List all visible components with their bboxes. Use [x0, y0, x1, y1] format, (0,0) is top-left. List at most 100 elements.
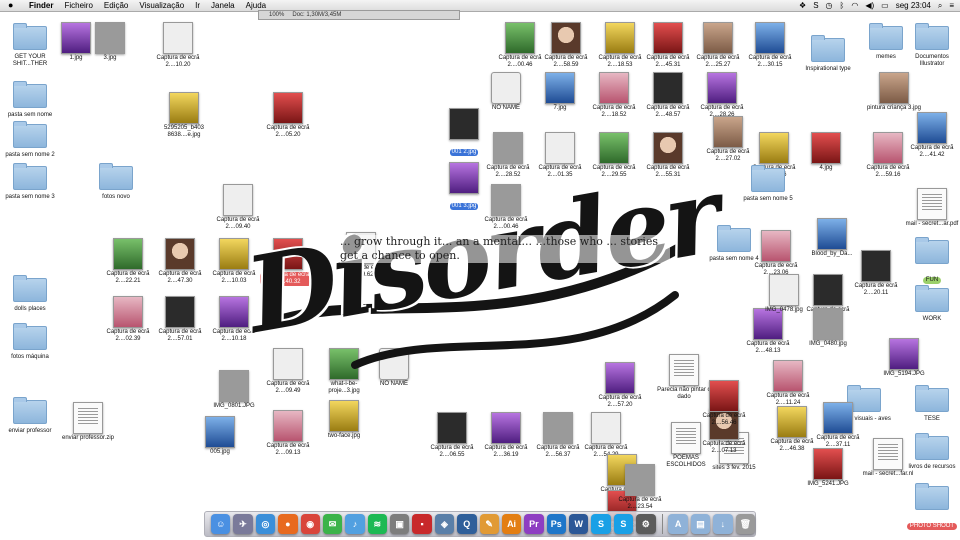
desktop-file[interactable]: Captura de ecrã 2....10.20	[150, 22, 206, 69]
desktop-file[interactable]: Captura de ecrã 2....05.20	[260, 92, 316, 139]
desktop-folder[interactable]: Documentos Illustrator	[904, 22, 960, 68]
apple-menu-icon[interactable]: ●	[8, 0, 18, 11]
desktop-file[interactable]: enviar professor.zip	[60, 402, 116, 442]
dock-documents-icon[interactable]: ▤	[690, 514, 711, 534]
desktop-file[interactable]: Captura de ecrã 2....10.03	[206, 238, 262, 285]
desktop-folder[interactable]: enviar professor	[2, 396, 58, 435]
desktop-file[interactable]: Captura de ecrã 2....36.19	[478, 412, 534, 459]
search-icon[interactable]: ⌕	[938, 0, 942, 11]
dock-preview-icon[interactable]: ◈	[434, 514, 455, 534]
desktop-file[interactable]: Captura de ecrã 2....46.38	[764, 406, 820, 453]
desktop-file[interactable]: Captura de ecrã 2....06.55	[424, 412, 480, 459]
dock-photoshop-icon[interactable]: Ps	[546, 514, 566, 534]
dropbox-icon[interactable]: ❖	[799, 0, 806, 11]
desktop-folder[interactable]: fotos novo	[88, 162, 144, 201]
dock-skype2-icon[interactable]: S	[613, 514, 634, 534]
desktop-file[interactable]: IMG_0480.jpg	[800, 308, 856, 348]
desktop-file[interactable]: pintura criança 3.jpg	[866, 72, 922, 112]
desktop-folder[interactable]: pasta sem nome 2	[2, 120, 58, 159]
desktop-file[interactable]: Captura de ecrã 2....02.39	[100, 296, 156, 343]
desktop-file[interactable]: Captura de ecrã 2....57.01	[152, 296, 208, 343]
desktop-file[interactable]: Captura de ecrã 2....23.06	[748, 230, 804, 277]
desktop-file[interactable]: Captura de ecrã 2....54.29	[578, 412, 634, 459]
desktop-file[interactable]: Captura de ecrã 2....18.52	[586, 72, 642, 119]
notification-center-icon[interactable]: ≡	[949, 0, 954, 11]
dock-messages-icon[interactable]: ✉	[322, 514, 343, 534]
desktop-file[interactable]: Captura de ecrã 2....47.30	[152, 238, 208, 285]
menu-ficheiro[interactable]: Ficheiro	[64, 0, 92, 11]
desktop-folder[interactable]: pasta sem nome 5	[740, 164, 796, 203]
dock-applications-icon[interactable]: A	[668, 514, 688, 534]
desktop-folder[interactable]: Inspirational type	[800, 34, 856, 73]
desktop-file[interactable]: Captura de ecrã 2....01.35	[532, 132, 588, 179]
menu-edicao[interactable]: Edição	[104, 0, 128, 11]
desktop-file[interactable]: Captura de ecrã 2....09.40	[210, 184, 266, 231]
desktop-folder[interactable]: pasta sem nome 3	[2, 162, 58, 201]
desktop-file[interactable]: NO NAME	[366, 348, 422, 388]
desktop-folder[interactable]: fotos máquina	[2, 322, 58, 361]
desktop-folder[interactable]: WORK	[904, 284, 960, 323]
desktop-file[interactable]: 3.jpg	[82, 22, 138, 62]
desktop-file[interactable]: Captura de ecrã 2....57.20	[592, 362, 648, 409]
desktop-folder[interactable]: PHOTO SHOOT	[904, 482, 960, 532]
desktop-file[interactable]: Captura de ecrã 2....48.13	[740, 308, 796, 355]
desktop-file[interactable]: Captura de ecrã 2....55.31	[640, 132, 696, 179]
dock-illustrator-icon[interactable]: Ai	[501, 514, 522, 534]
desktop-file[interactable]: Captura de ecrã 2....27.02	[700, 116, 756, 163]
menu-visualizacao[interactable]: Visualização	[139, 0, 184, 11]
desktop-file[interactable]: Captura de ecrã 2....09.62	[333, 232, 389, 279]
desktop-file[interactable]: IMG_5241.JPG	[800, 448, 856, 488]
desktop-file[interactable]: 001 2.jpg	[436, 108, 492, 158]
dock-spotify-icon[interactable]: ≋	[367, 514, 387, 534]
desktop-file[interactable]: Captura de ecrã 2....25.27	[690, 22, 746, 69]
menu-janela[interactable]: Janela	[211, 0, 235, 11]
dock-firefox-icon[interactable]: ●	[278, 514, 298, 534]
desktop-folder[interactable]: dolls places	[2, 274, 58, 313]
desktop-file[interactable]: IMG_0478.jpg	[756, 274, 812, 314]
desktop-file[interactable]: Captura de ecrã 2....40.32	[260, 238, 316, 288]
desktop-file[interactable]: Captura de ecrã 2....09.49	[260, 348, 316, 395]
desktop-file[interactable]: Captura de ecrã 2....30.15	[742, 22, 798, 69]
dock-launchpad-icon[interactable]: ✈	[233, 514, 253, 534]
desktop-file[interactable]: mail - secret...ar.pdf	[904, 188, 960, 228]
dock-premiere-icon[interactable]: Pr	[524, 514, 544, 534]
dock-safari-icon[interactable]: ◎	[255, 514, 276, 534]
menu-finder[interactable]: Finder	[29, 0, 53, 11]
dock-skype-icon[interactable]: S	[591, 514, 611, 534]
menubar-clock[interactable]: seg 23:04	[896, 0, 931, 11]
wifi-icon[interactable]: ◠	[851, 0, 858, 11]
desktop-file[interactable]: Captura de ecrã 2....20.11	[848, 250, 904, 297]
dock-utility-icon[interactable]: ⚙	[636, 514, 656, 534]
desktop-file[interactable]: Captura de ecrã 2....58.59	[538, 22, 594, 69]
dock-music-icon[interactable]: ♪	[345, 514, 365, 534]
desktop-file[interactable]: 005.jpg	[192, 416, 248, 456]
menu-ir[interactable]: Ir	[195, 0, 200, 11]
dock-chrome-icon[interactable]: ◉	[300, 514, 320, 534]
dock-pages-icon[interactable]: ✎	[479, 514, 499, 534]
volume-icon[interactable]: ◀)	[865, 0, 874, 11]
desktop-file[interactable]: Captura de ecrã 2....10.18	[206, 296, 262, 343]
desktop-file[interactable]: IMG_5194.JPG	[876, 338, 932, 378]
desktop-file[interactable]: Captura de ecrã 2....22.21	[100, 238, 156, 285]
dock-archive-icon[interactable]: ▣	[390, 514, 410, 534]
desktop-file[interactable]: 5295205_b403 8638....e.jpg	[156, 92, 212, 139]
desktop-file[interactable]: 7.jpg	[532, 72, 588, 112]
desktop-file[interactable]: Captura de ecrã 2....11.24	[760, 360, 816, 407]
desktop-file[interactable]: Captura de ecrã 2....00.46	[478, 184, 534, 231]
desktop-file[interactable]: Captura de ecrã 2....48.57	[640, 72, 696, 119]
desktop-file[interactable]: IMG_0801.JPG	[206, 370, 262, 410]
dock-trash-icon[interactable]: 🗑	[735, 514, 755, 534]
desktop-file[interactable]: Captura de ecrã 2....29.55	[586, 132, 642, 179]
desktop-file[interactable]: Captura de ecrã 2....56.46	[696, 380, 752, 427]
dock-downloads-icon[interactable]: ↓	[713, 514, 733, 534]
desktop-file[interactable]: mail - secret...far.nl	[860, 438, 916, 478]
desktop-file[interactable]: Captura de ecrã 2....59.16	[860, 132, 916, 179]
timemachine-icon[interactable]: ◷	[826, 0, 833, 11]
desktop-file[interactable]: Captura de ecrã 2....45.31	[640, 22, 696, 69]
desktop-file[interactable]: NO NAME	[478, 72, 534, 112]
bluetooth-icon[interactable]: ᛒ	[840, 0, 845, 11]
desktop-file[interactable]: Captura de ecrã 2....28.26	[694, 72, 750, 119]
desktop-file[interactable]: Captura de ecrã 2....09.13	[260, 410, 316, 457]
desktop-folder[interactable]: FUN	[904, 236, 960, 286]
desktop-file[interactable]: two-face.jpg	[316, 400, 372, 440]
